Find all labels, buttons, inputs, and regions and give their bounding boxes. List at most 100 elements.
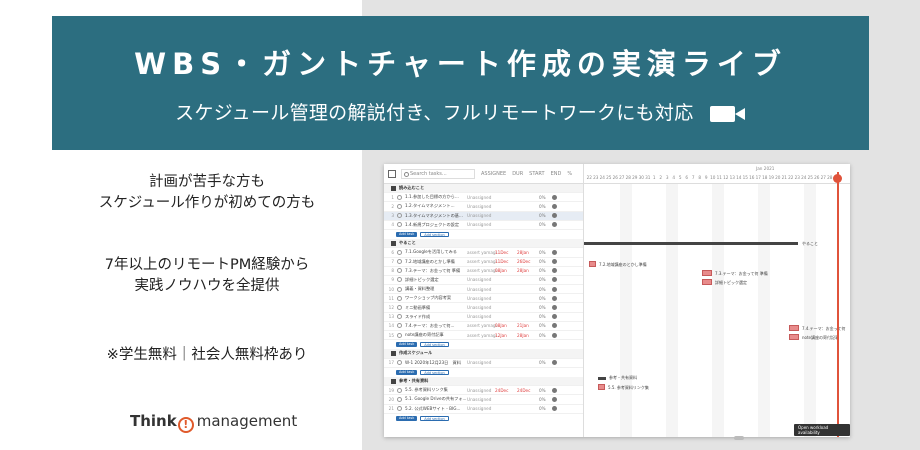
task-progress[interactable]: 0%	[539, 204, 549, 209]
column-header-percent[interactable]: %	[567, 171, 572, 177]
assignee-avatar-icon[interactable]	[552, 268, 557, 274]
summary-bar-yarukoto[interactable]	[584, 242, 798, 245]
task-name[interactable]: スライド作成	[405, 314, 467, 320]
task-name[interactable]: 7.2.地域講座のとかし準備	[405, 259, 467, 265]
task-assignee[interactable]: Unassigned	[467, 314, 495, 319]
task-assignee[interactable]: Unassigned	[467, 305, 495, 310]
task-assignee[interactable]: Unassigned	[467, 222, 495, 227]
task-assignee[interactable]: assert yamagi...	[467, 268, 501, 273]
task-start[interactable]: 08Jan	[495, 268, 517, 273]
task-name[interactable]: 5.1. Google Driveの共有フォ...	[405, 396, 467, 402]
search-input[interactable]: Search tasks...	[401, 168, 475, 179]
complete-checkbox-icon[interactable]	[397, 295, 402, 301]
task-name[interactable]: 7.1.Googleを活用してみる	[405, 249, 467, 255]
task-assignee[interactable]: Unassigned	[467, 397, 495, 402]
task-progress[interactable]: 0%	[539, 195, 549, 200]
expand-icon[interactable]	[388, 169, 396, 178]
task-row[interactable]: 13 スライド作成 Unassigned 0%	[384, 313, 583, 322]
assignee-avatar-icon[interactable]	[552, 259, 557, 265]
task-end[interactable]: 26Dec	[517, 259, 539, 264]
complete-checkbox-icon[interactable]	[397, 286, 402, 292]
task-assignee[interactable]: assert yamagi...	[467, 250, 501, 255]
task-row[interactable]: 14 7.4.テーマ：お金って何... assert yamagi... 08Jan 2…	[384, 322, 583, 331]
task-row[interactable]: 6 7.1.Googleを活用してみる assert yamagi... 11Dec 2…	[384, 248, 583, 258]
assignee-avatar-icon[interactable]	[552, 286, 557, 292]
assignee-avatar-icon[interactable]	[552, 277, 557, 283]
section-row[interactable]: やること	[384, 239, 583, 249]
task-start[interactable]: 12Jan	[495, 333, 517, 338]
task-progress[interactable]: 0%	[539, 213, 549, 218]
task-progress[interactable]: 0%	[539, 323, 549, 328]
assignee-avatar-icon[interactable]	[552, 222, 557, 228]
task-name[interactable]: 7.3.テーマ：お金って何 準備	[405, 268, 467, 274]
task-end[interactable]: 28Jan	[517, 268, 539, 273]
assignee-avatar-icon[interactable]	[552, 203, 557, 209]
task-progress[interactable]: 0%	[539, 388, 549, 393]
add-section-button[interactable]: Add section	[420, 369, 449, 375]
horizontal-scrollbar[interactable]	[734, 436, 744, 440]
task-end[interactable]: 24Dec	[517, 388, 539, 393]
task-row[interactable]: 19 5.5. 参考資料リンク集 Unassigned 24Dec 24Dec 0%	[384, 386, 583, 396]
task-name[interactable]: 7.4.テーマ：お金って何...	[405, 323, 467, 329]
section-row[interactable]: 参考・共有資料	[384, 376, 583, 387]
task-assignee[interactable]: Unassigned	[467, 277, 495, 282]
assignee-avatar-icon[interactable]	[552, 295, 557, 301]
task-progress[interactable]: 0%	[539, 406, 549, 411]
assignee-avatar-icon[interactable]	[552, 406, 557, 412]
task-name[interactable]: 1.1.参加した目標の方から...	[405, 194, 467, 200]
summary-bar-reference[interactable]	[598, 377, 606, 380]
task-end[interactable]: 28Jan	[517, 333, 539, 338]
complete-checkbox-icon[interactable]	[397, 360, 402, 366]
task-row[interactable]: 7 7.2.地域講座のとかし準備 assert yamagi... 11Dec 26De…	[384, 258, 583, 267]
task-progress[interactable]: 0%	[539, 296, 549, 301]
gantt-bar-note[interactable]	[789, 334, 799, 340]
column-header-start[interactable]: START	[529, 171, 544, 177]
complete-checkbox-icon[interactable]	[397, 332, 402, 338]
section-row[interactable]: 作成スケジュール	[384, 349, 583, 359]
task-name[interactable]: 詳細トピック選定	[405, 277, 467, 283]
assignee-avatar-icon[interactable]	[552, 194, 557, 200]
complete-checkbox-icon[interactable]	[397, 268, 402, 274]
task-row[interactable]: 21 5.2. 公式WEBサイト - BIG... Unassigned 0%	[384, 405, 583, 414]
task-row[interactable]: 20 5.1. Google Driveの共有フォ... Unassigned 0%	[384, 395, 583, 405]
task-row[interactable]: 17 W-1 2020年12月23日 資料 Unassigned 0%	[384, 359, 583, 368]
complete-checkbox-icon[interactable]	[397, 249, 402, 255]
task-end[interactable]: 28Jan	[517, 250, 539, 255]
task-name[interactable]: W-1 2020年12月23日 資料	[405, 360, 467, 366]
task-name[interactable]: 講義・資料整理	[405, 286, 467, 292]
task-progress[interactable]: 0%	[539, 397, 549, 402]
column-header-duration[interactable]: DUR	[512, 171, 523, 177]
complete-checkbox-icon[interactable]	[397, 259, 402, 265]
task-progress[interactable]: 0%	[539, 333, 549, 338]
task-assignee[interactable]: assert yamagi...	[467, 323, 501, 328]
task-row[interactable]: 8 7.3.テーマ：お金って何 準備 assert yamagi... 08Jan 28…	[384, 267, 583, 276]
task-progress[interactable]: 0%	[539, 222, 549, 227]
complete-checkbox-icon[interactable]	[397, 194, 402, 200]
section-row[interactable]: 読み込むこと	[384, 184, 583, 194]
gantt-bar-5-5[interactable]	[598, 384, 605, 390]
complete-checkbox-icon[interactable]	[397, 222, 402, 228]
complete-checkbox-icon[interactable]	[397, 203, 402, 209]
task-row[interactable]: 4 1.4.新規プロジェクトの設定 Unassigned 0%	[384, 221, 583, 230]
column-header-assignee[interactable]: ASSIGNEE	[481, 171, 506, 177]
task-start[interactable]: 11Dec	[495, 259, 517, 264]
task-name[interactable]: note講座の寄付記事	[405, 332, 467, 338]
add-task-button[interactable]: Add task	[396, 232, 418, 238]
task-name[interactable]: 5.2. 公式WEBサイト - BIG...	[405, 406, 467, 412]
gantt-bar-7-4[interactable]	[789, 325, 799, 331]
assignee-avatar-icon[interactable]	[552, 249, 557, 255]
task-progress[interactable]: 0%	[539, 277, 549, 282]
task-row[interactable]: 2 1.2.タイムマネジメント... Unassigned 0%	[384, 202, 583, 212]
task-assignee[interactable]: Unassigned	[467, 406, 495, 411]
task-assignee[interactable]: Unassigned	[467, 388, 495, 393]
complete-checkbox-icon[interactable]	[397, 314, 402, 320]
task-name[interactable]: ミニ動画準備	[405, 305, 467, 311]
task-name[interactable]: 5.5. 参考資料リンク集	[405, 387, 467, 393]
task-row[interactable]: 12 ミニ動画準備 Unassigned 0%	[384, 303, 583, 313]
gantt-bar-detail[interactable]	[702, 279, 712, 285]
task-progress[interactable]: 0%	[539, 305, 549, 310]
gantt-bar-7-3[interactable]	[702, 270, 712, 276]
add-section-button[interactable]: Add section	[420, 342, 449, 348]
task-name[interactable]: 1.4.新規プロジェクトの設定	[405, 222, 467, 228]
assignee-avatar-icon[interactable]	[552, 305, 557, 311]
